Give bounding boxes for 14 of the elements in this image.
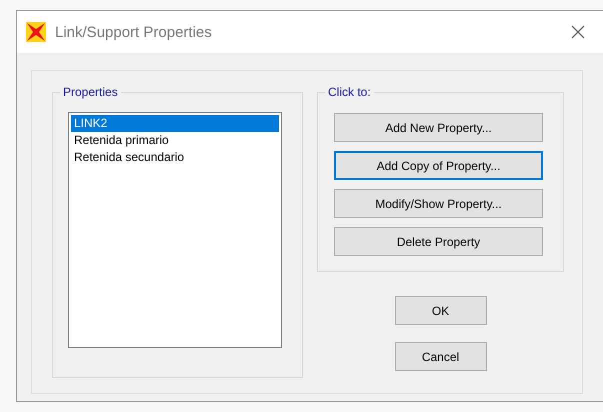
action-button[interactable]: Add New Property... bbox=[334, 113, 543, 142]
list-item[interactable]: LINK2 bbox=[71, 115, 279, 132]
list-item[interactable]: Retenida primario bbox=[71, 132, 279, 149]
list-item[interactable]: Retenida secundario bbox=[71, 149, 279, 166]
dialog-button[interactable]: OK bbox=[394, 296, 486, 325]
window-title: Link/Support Properties bbox=[55, 24, 213, 40]
app-icon bbox=[25, 21, 47, 43]
property-list[interactable]: LINK2 Retenida primario Retenida secundario bbox=[68, 112, 282, 348]
action-button[interactable]: Delete Property bbox=[334, 227, 543, 256]
group-label: Properties bbox=[60, 84, 121, 100]
action-button[interactable]: Add Copy of Property... bbox=[334, 151, 543, 180]
action-button[interactable]: Modify/Show Property... bbox=[334, 189, 543, 218]
dialog-button[interactable]: Cancel bbox=[394, 342, 486, 371]
close-icon[interactable] bbox=[571, 25, 585, 39]
